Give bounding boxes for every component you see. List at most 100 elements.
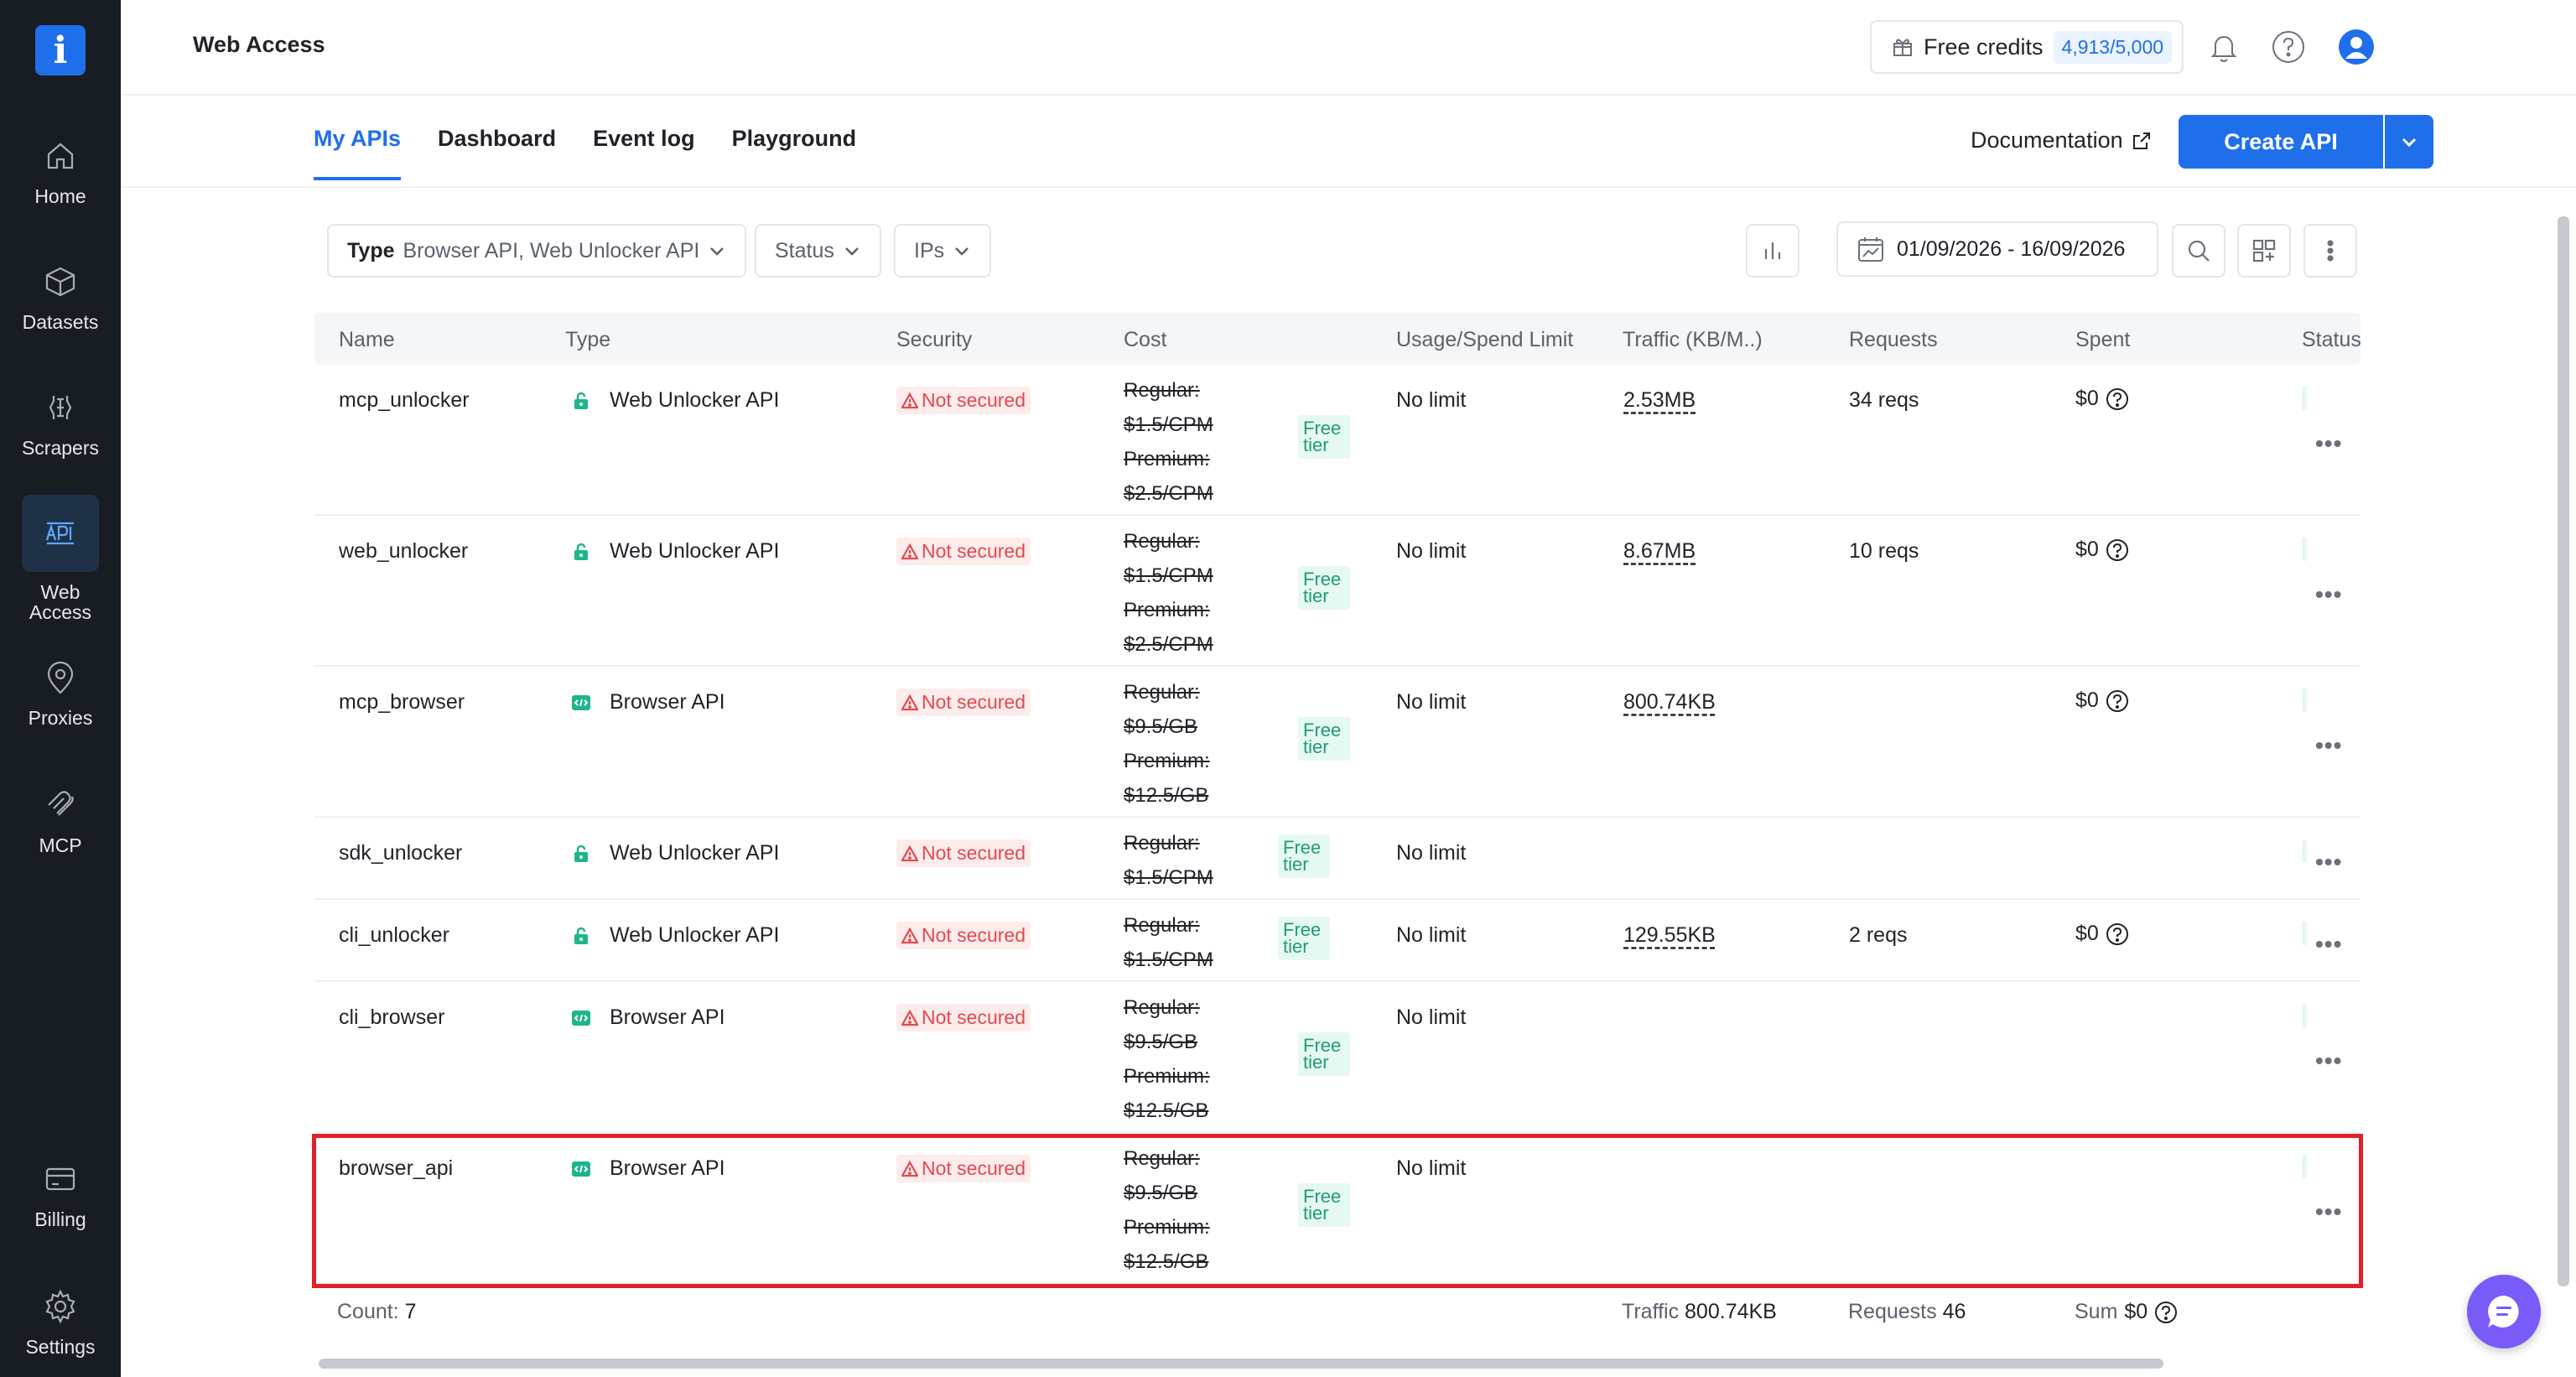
column-header-type[interactable]: Type [565, 328, 610, 352]
security-badge[interactable]: Not secured [896, 688, 1031, 716]
api-type: Browser API [571, 1156, 725, 1181]
help-icon[interactable] [2106, 922, 2129, 946]
security-badge[interactable]: Not secured [896, 922, 1031, 949]
api-name[interactable]: cli_browser [339, 1005, 444, 1030]
cost-cell: Regular: $9.5/GB Premium: $12.5/GB [1124, 675, 1210, 813]
user-avatar[interactable] [2338, 29, 2375, 65]
help-icon[interactable] [2106, 689, 2129, 713]
horizontal-scrollbar[interactable] [319, 1359, 2163, 1369]
security-badge[interactable]: Not secured [896, 1155, 1031, 1182]
help-button[interactable] [2270, 29, 2307, 65]
ips-filter[interactable]: IPs [894, 224, 992, 278]
bar-chart-icon [1764, 242, 1781, 259]
active-indicator [22, 495, 99, 572]
security-badge[interactable]: Not secured [896, 1004, 1031, 1031]
column-header-name[interactable]: Name [339, 328, 395, 352]
traffic-value[interactable]: 800.74KB [1623, 690, 1716, 714]
brand-logo[interactable]: i [35, 25, 86, 75]
help-icon[interactable] [2106, 387, 2129, 411]
sidebar-item-scrapers[interactable]: Scrapers [0, 389, 121, 458]
api-name[interactable]: mcp_unlocker [339, 388, 470, 413]
traffic-value[interactable]: 2.53MB [1623, 388, 1696, 413]
tab-my-apis[interactable]: My APIs [314, 126, 402, 180]
type-filter[interactable]: Type Browser API, Web Unlocker API [327, 224, 747, 278]
home-icon [47, 143, 74, 169]
row-actions-button[interactable]: ••• [2315, 1198, 2342, 1225]
tab-playground[interactable]: Playground [732, 126, 857, 180]
security-badge[interactable]: Not secured [896, 839, 1031, 867]
cost-line: Premium: [1124, 599, 1210, 621]
row-actions-button[interactable]: ••• [2315, 732, 2342, 759]
security-label: Not secured [922, 691, 1026, 713]
api-name[interactable]: web_unlocker [339, 539, 468, 564]
chat-support-button[interactable] [2467, 1275, 2541, 1348]
table-row[interactable]: mcp_unlocker Web Unlocker API Not secured R… [314, 365, 2360, 516]
sidebar-item-datasets[interactable]: Datasets [0, 263, 121, 332]
cost-line: Regular: [1124, 914, 1200, 937]
table-row[interactable]: sdk_unlocker Web Unlocker API Not secured R… [314, 818, 2360, 900]
requests-summary-label: Requests [1848, 1300, 1937, 1323]
api-name[interactable]: cli_unlocker [339, 923, 449, 948]
table-row[interactable]: mcp_browser Browser API Not secured Regular… [314, 667, 2360, 818]
external-link-icon [2132, 132, 2150, 149]
more-options-button[interactable] [2303, 224, 2357, 278]
traffic-value[interactable]: 8.67MB [1623, 539, 1696, 564]
api-name[interactable]: sdk_unlocker [339, 841, 462, 865]
table-row[interactable]: cli_browser Browser API Not secured Regular… [314, 982, 2360, 1133]
column-header-spent[interactable]: Spent [2075, 328, 2130, 352]
tab-event-log[interactable]: Event log [593, 126, 695, 180]
tab-dashboard[interactable]: Dashboard [438, 126, 556, 180]
sidebar-item-web-access[interactable]: Web Access [0, 495, 121, 622]
status-filter[interactable]: Status [755, 224, 881, 278]
help-icon[interactable] [2154, 1301, 2178, 1324]
chart-view-button[interactable] [1746, 224, 1800, 278]
help-icon[interactable] [2106, 538, 2129, 562]
type-filter-value: Browser API, Web Unlocker API [402, 238, 700, 262]
security-badge[interactable]: Not secured [896, 538, 1031, 565]
column-header-status[interactable]: Status [2302, 328, 2360, 352]
column-header-limit[interactable]: Usage/Spend Limit [1396, 328, 1573, 352]
row-actions-button[interactable]: ••• [2315, 430, 2342, 457]
spent-summary-value: $0 [2124, 1300, 2148, 1323]
api-name[interactable]: mcp_browser [339, 690, 465, 714]
cost-cell: Regular: $1.5/CPM Premium: $2.5/CPM [1124, 524, 1213, 662]
table-row[interactable]: web_unlocker Web Unlocker API Not secured R… [314, 516, 2360, 667]
apis-table: Name Type Security Cost Usage/Spend Limi… [314, 313, 2360, 1365]
column-header-traffic[interactable]: Traffic (KB/M..) [1623, 328, 1763, 352]
sidebar-item-billing[interactable]: Billing [0, 1161, 121, 1229]
documentation-link[interactable]: Documentation [1971, 127, 2152, 153]
free-credits-button[interactable]: Free credits 4,913/5,000 [1870, 20, 2184, 74]
row-actions-button[interactable]: ••• [2315, 581, 2342, 608]
api-type: Web Unlocker API [571, 388, 779, 413]
table-row[interactable]: cli_unlocker Web Unlocker API Not secured R… [314, 900, 2360, 982]
sidebar-item-settings[interactable]: Settings [0, 1288, 121, 1357]
spent-value: $0 [2075, 922, 2099, 945]
notifications-button[interactable] [2205, 29, 2242, 65]
date-range-picker[interactable]: 01/09/2026 - 16/09/2026 [1836, 221, 2158, 277]
requests-value: 34 reqs [1849, 388, 1919, 412]
tab-bar: My APIs Dashboard Event log Playground [314, 126, 856, 180]
sidebar: i Home Datasets Scrapers Web Access Prox… [0, 0, 121, 1377]
sidebar-item-proxies[interactable]: Proxies [0, 659, 121, 728]
api-name[interactable]: browser_api [339, 1156, 453, 1181]
create-api-dropdown[interactable] [2385, 115, 2433, 169]
traffic-value[interactable]: 129.55KB [1623, 923, 1716, 948]
row-actions-button[interactable]: ••• [2315, 849, 2342, 876]
create-api-button[interactable]: Create API [2179, 115, 2383, 169]
security-badge[interactable]: Not secured [896, 387, 1031, 414]
sidebar-item-home[interactable]: Home [0, 138, 121, 206]
spent-cell: $0 [2075, 688, 2129, 713]
sidebar-item-mcp[interactable]: MCP [0, 787, 121, 855]
vertical-scrollbar[interactable] [2558, 216, 2569, 1286]
column-header-security[interactable]: Security [896, 328, 972, 352]
column-header-requests[interactable]: Requests [1849, 328, 1938, 352]
columns-button[interactable] [2237, 224, 2291, 278]
cost-line: $1.5/CPM [1124, 564, 1213, 587]
chat-icon [2488, 1296, 2519, 1328]
search-button[interactable] [2172, 224, 2225, 278]
sidebar-item-label: Scrapers [21, 437, 100, 459]
table-row[interactable]: browser_api Browser API Not secured Regular… [314, 1133, 2360, 1284]
row-actions-button[interactable]: ••• [2315, 1047, 2342, 1074]
row-actions-button[interactable]: ••• [2315, 931, 2342, 958]
column-header-cost[interactable]: Cost [1124, 328, 1166, 352]
